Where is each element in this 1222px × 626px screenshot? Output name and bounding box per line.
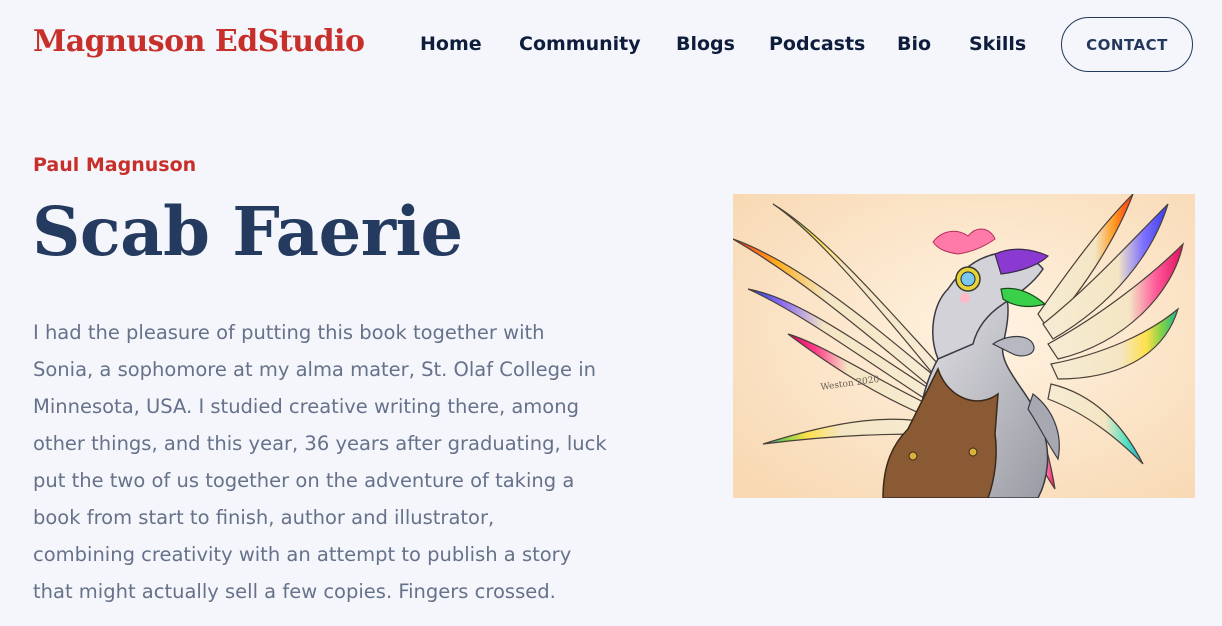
nav-skills[interactable]: Skills <box>969 33 1026 55</box>
site-header: Magnuson EdStudio Home Community Blogs P… <box>0 0 1222 92</box>
page-title: Scab Faerie <box>32 192 463 271</box>
nav-bio[interactable]: Bio <box>897 33 931 55</box>
intro-line: combining creativity with an attempt to … <box>33 543 572 566</box>
intro-line: Minnesota, USA. I studied creative writi… <box>33 395 579 418</box>
intro-paragraph: I had the pleasure of putting this book … <box>33 314 607 610</box>
nav-community[interactable]: Community <box>519 33 641 55</box>
author-name: Paul Magnuson <box>33 154 197 176</box>
intro-line: Sonia, a sophomore at my alma mater, St.… <box>33 358 597 381</box>
nav-blogs[interactable]: Blogs <box>676 33 735 55</box>
intro-line: book from start to finish, author and il… <box>33 506 495 529</box>
book-illustration: Weston 2020 <box>733 194 1195 498</box>
intro-line: other things, and this year, 36 years af… <box>33 432 607 455</box>
dragon-faerie-illustration: Weston 2020 <box>733 194 1195 498</box>
site-logo[interactable]: Magnuson EdStudio <box>33 24 365 59</box>
nav-podcasts[interactable]: Podcasts <box>769 33 865 55</box>
contact-button[interactable]: CONTACT <box>1061 17 1193 72</box>
intro-line: put the two of us together on the advent… <box>33 469 575 492</box>
intro-line: I had the pleasure of putting this book … <box>33 321 545 344</box>
nav-home[interactable]: Home <box>420 33 482 55</box>
intro-line: that might actually sell a few copies. F… <box>33 580 556 603</box>
